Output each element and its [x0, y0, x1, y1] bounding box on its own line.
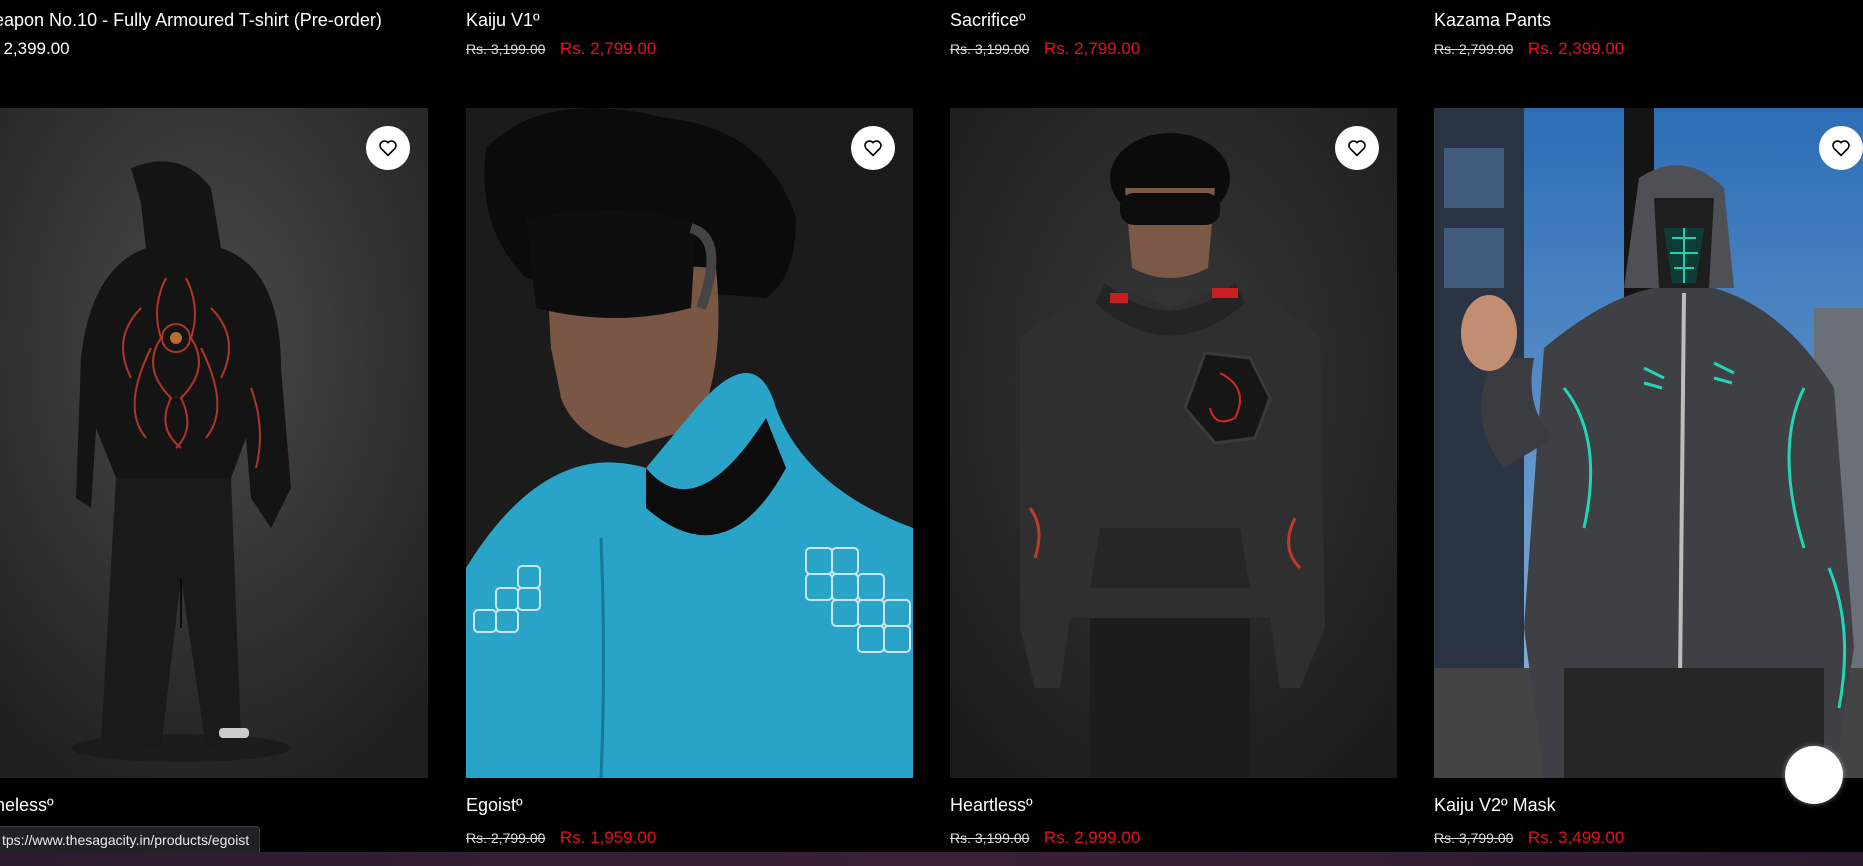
link-preview-status: tps://www.thesagacity.in/products/egoist — [0, 826, 261, 854]
sale-price: Rs. 2,799.00 — [1043, 39, 1141, 58]
wishlist-button[interactable] — [366, 126, 410, 170]
blue-hoodie-photo — [466, 108, 913, 778]
top-product-3[interactable]: Sacrificeº Rs. 3,199.00 Rs. 2,799.00 — [950, 10, 1140, 59]
product-image[interactable] — [1434, 108, 1863, 778]
product-title[interactable]: Kaiju V1º — [466, 10, 656, 31]
product-title[interactable]: Heartlessº — [950, 795, 1397, 816]
price-line: Rs. 2,799.00 Rs. 1,959.00 — [466, 828, 913, 848]
heart-icon — [379, 140, 397, 157]
product-title[interactable]: pinelessº — [0, 795, 428, 816]
price-line: Rs. 3,199.00 Rs. 2,799.00 — [950, 39, 1140, 59]
heart-icon — [1348, 140, 1366, 157]
wishlist-button[interactable] — [1819, 126, 1863, 170]
price-line: Rs. 3,199.00 Rs. 2,999.00 — [950, 828, 1397, 848]
sale-price: Rs. 1,959.00 — [559, 828, 657, 847]
product-title[interactable]: eapon No.10 - Fully Armoured T-shirt (Pr… — [0, 10, 382, 31]
top-product-4[interactable]: Kazama Pants Rs. 2,799.00 Rs. 2,399.00 — [1434, 10, 1624, 59]
product-image[interactable] — [950, 108, 1397, 778]
price-line: . 2,399.00 — [0, 39, 382, 59]
product-card[interactable]: Egoistº Rs. 2,799.00 Rs. 1,959.00 — [466, 108, 913, 848]
sale-price: Rs. 3,499.00 — [1527, 828, 1625, 847]
sale-price: Rs. 2,399.00 — [1527, 39, 1625, 58]
taskbar — [0, 852, 1863, 866]
price-line: Rs. 3,799.00 Rs. 3,499.00 — [1434, 828, 1863, 848]
original-price: Rs. 3,799.00 — [1434, 830, 1514, 846]
product-image[interactable] — [466, 108, 913, 778]
product-card[interactable]: pinelessº — [0, 108, 428, 816]
zip-hoodie-street-photo — [1434, 108, 1863, 778]
original-price: Rs. 3,199.00 — [950, 41, 1030, 57]
wishlist-button[interactable] — [851, 126, 895, 170]
product-card[interactable]: Heartlessº Rs. 3,199.00 Rs. 2,999.00 — [950, 108, 1397, 848]
sale-price: Rs. 2,799.00 — [559, 39, 657, 58]
product-title[interactable]: Sacrificeº — [950, 10, 1140, 31]
original-price: Rs. 3,199.00 — [950, 830, 1030, 846]
product-image[interactable] — [0, 108, 428, 778]
wishlist-button[interactable] — [1335, 126, 1379, 170]
hoodie-back-photo — [0, 108, 428, 778]
original-price: Rs. 3,199.00 — [466, 41, 546, 57]
chat-bubble-icon[interactable] — [1785, 746, 1843, 804]
heart-icon — [1832, 140, 1850, 157]
top-product-2[interactable]: Kaiju V1º Rs. 3,199.00 Rs. 2,799.00 — [466, 10, 656, 59]
price-line: Rs. 3,199.00 Rs. 2,799.00 — [466, 39, 656, 59]
product-title[interactable]: Egoistº — [466, 795, 913, 816]
grey-hoodie-photo — [950, 108, 1397, 778]
heart-icon — [864, 140, 882, 157]
product-card[interactable]: Kaiju V2º Mask Rs. 3,799.00 Rs. 3,499.00 — [1434, 108, 1863, 848]
original-price: Rs. 2,799.00 — [466, 830, 546, 846]
sale-price: Rs. 2,999.00 — [1043, 828, 1141, 847]
product-price: . 2,399.00 — [0, 39, 70, 58]
price-line: Rs. 2,799.00 Rs. 2,399.00 — [1434, 39, 1624, 59]
product-title[interactable]: Kazama Pants — [1434, 10, 1624, 31]
product-grid-page: eapon No.10 - Fully Armoured T-shirt (Pr… — [0, 0, 1863, 866]
original-price: Rs. 2,799.00 — [1434, 41, 1514, 57]
top-product-1[interactable]: eapon No.10 - Fully Armoured T-shirt (Pr… — [0, 10, 382, 59]
